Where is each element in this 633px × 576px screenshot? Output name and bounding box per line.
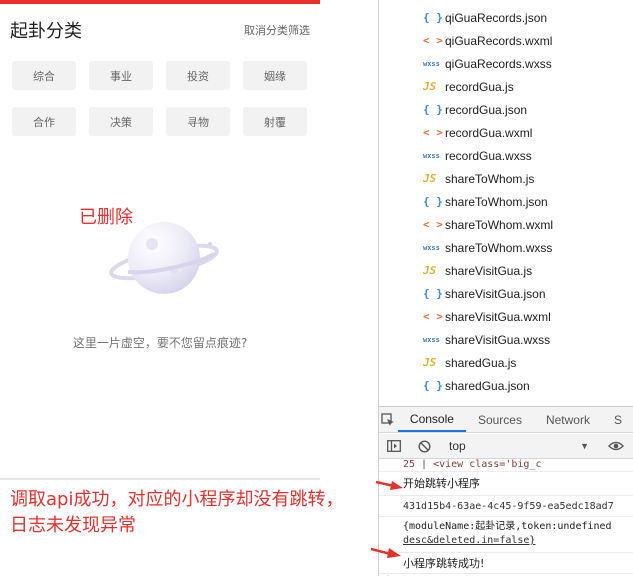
file-item[interactable]: wxss shareVisitGua.wxss: [379, 328, 633, 351]
category-chip-4[interactable]: 合作: [12, 107, 76, 136]
file-item[interactable]: { } recordGua.json: [379, 98, 633, 121]
file-name: qiGuaRecords.wxml: [445, 33, 553, 48]
json-file-icon: { }: [423, 379, 443, 392]
file-item[interactable]: { } sharedGua.json: [379, 374, 633, 397]
chevron-down-icon: ▼: [580, 441, 589, 451]
file-item[interactable]: JS recordGua.js: [379, 75, 633, 98]
file-name: qiGuaRecords.json: [445, 10, 548, 25]
js-file-icon: JS: [423, 172, 437, 185]
category-chip-6[interactable]: 寻物: [166, 107, 230, 136]
file-item[interactable]: wxss shareToWhom.wxss: [379, 236, 633, 259]
category-chip-3[interactable]: 姻缘: [243, 61, 307, 90]
devtools-tab-bar: Console Sources Network S: [379, 406, 633, 433]
file-name: shareToWhom.wxss: [445, 240, 553, 255]
wxml-file-icon: < >: [423, 218, 443, 231]
wxss-file-icon: wxss: [423, 243, 440, 252]
file-name: shareVisitGua.wxss: [445, 332, 551, 347]
category-grid: 综合 事业 投资 姻缘 合作 决策 寻物 射覆: [12, 61, 308, 136]
wxml-file-icon: < >: [423, 34, 443, 47]
file-item[interactable]: { } shareToWhom.json: [379, 190, 633, 213]
tab-network[interactable]: Network: [534, 407, 602, 432]
phone-top-bar: [0, 0, 320, 4]
wxss-file-icon: wxss: [423, 59, 440, 68]
console-output: 25 | <view class='big_c 开始跳转小程序 431d15b4…: [379, 459, 633, 576]
file-item[interactable]: { } qiGuaRecords.json: [379, 6, 633, 29]
annotation-arrow-2-icon: [370, 547, 401, 558]
category-chip-7[interactable]: 射覆: [243, 107, 307, 136]
devtools-panel: { } qiGuaRecords.json < > qiGuaRecords.wxml…: [378, 0, 633, 576]
file-name: qiGuaRecords.wxss: [445, 56, 552, 71]
file-item[interactable]: { } shareVisitGua.json: [379, 282, 633, 305]
json-file-icon: { }: [423, 103, 443, 116]
annotation-line-2: 日志未发现异常: [10, 515, 136, 536]
file-name: recordGua.wxss: [445, 148, 532, 163]
console-object-line-b: desc&deleted.in=false}: [403, 535, 536, 546]
console-object-line-a: {moduleName:起卦记录,token:undefined: [403, 521, 612, 532]
file-name: shareVisitGua.json: [445, 286, 546, 301]
tab-sources[interactable]: Sources: [466, 407, 534, 432]
console-line-id: 431d15b4-63ae-4c45-9f59-ea5edc18ad7: [379, 496, 633, 517]
category-chip-0[interactable]: 综合: [12, 61, 76, 90]
wxml-file-icon: < >: [423, 310, 443, 323]
eye-icon[interactable]: [601, 441, 631, 451]
context-value: top: [449, 439, 466, 453]
console-line-start-jump: 开始跳转小程序: [379, 472, 633, 496]
file-name: recordGua.wxml: [445, 125, 533, 140]
toggle-sidebar-icon[interactable]: [379, 440, 409, 452]
page-title: 起卦分类: [10, 21, 82, 42]
annotation-arrow-1-icon: [375, 480, 403, 490]
file-name: shareVisitGua.js: [445, 263, 533, 278]
file-name: sharedGua.json: [445, 378, 530, 393]
phone-preview: 起卦分类 取消分类筛选 综合 事业 投资 姻缘 合作 决策 寻物 射覆 已删除 …: [0, 0, 320, 480]
tab-console[interactable]: Console: [397, 407, 466, 432]
js-file-icon: JS: [423, 264, 437, 277]
json-file-icon: { }: [423, 11, 443, 24]
file-item[interactable]: < > shareToWhom.wxml: [379, 213, 633, 236]
js-file-icon: JS: [423, 356, 437, 369]
empty-state-text: 这里一片虚空，要不您留点痕迹?: [72, 336, 248, 350]
file-item[interactable]: JS shareVisitGua.js: [379, 259, 633, 282]
console-line-source: 25 | <view class='big_c: [379, 459, 633, 472]
clear-console-icon[interactable]: [409, 439, 439, 453]
console-line-object[interactable]: {moduleName:起卦记录,token:undefined desc&de…: [379, 517, 633, 553]
file-item[interactable]: JS shareToWhom.js: [379, 167, 633, 190]
annotation-line-1: 调取api成功，对应的小程序却没有跳转，: [10, 489, 344, 510]
file-item[interactable]: < > shareVisitGua.wxml: [379, 305, 633, 328]
annotation-text: 调取api成功，对应的小程序却没有跳转， 日志未发现异常: [10, 487, 392, 539]
wxss-file-icon: wxss: [423, 151, 440, 160]
inspect-element-icon[interactable]: [379, 407, 398, 432]
wxss-file-icon: wxss: [423, 335, 440, 344]
phone-bottom-edge: [0, 478, 320, 480]
file-name: shareToWhom.js: [445, 171, 535, 186]
file-item[interactable]: wxss recordGua.wxss: [379, 144, 633, 167]
file-name: recordGua.json: [445, 102, 528, 117]
console-toolbar: top ▼: [379, 434, 633, 459]
category-chip-1[interactable]: 事业: [89, 61, 153, 90]
console-line-jump-success: 小程序跳转成功!: [379, 553, 633, 574]
json-file-icon: { }: [423, 287, 443, 300]
js-file-icon: JS: [423, 80, 437, 93]
file-item[interactable]: wxss qiGuaRecords.wxss: [379, 52, 633, 75]
tab-more[interactable]: S: [602, 407, 633, 432]
file-item[interactable]: < > recordGua.wxml: [379, 121, 633, 144]
context-selector[interactable]: top ▼: [443, 436, 595, 456]
cancel-filter-button[interactable]: 取消分类筛选: [244, 22, 310, 38]
file-name: shareToWhom.json: [445, 194, 548, 209]
file-name: sharedGua.js: [445, 355, 517, 370]
file-item[interactable]: JS sharedGua.js: [379, 351, 633, 374]
wxml-file-icon: < >: [423, 126, 443, 139]
file-name: shareToWhom.wxml: [445, 217, 554, 232]
file-item[interactable]: < > qiGuaRecords.wxml: [379, 29, 633, 52]
file-name: shareVisitGua.wxml: [445, 309, 551, 324]
file-tree: { } qiGuaRecords.json < > qiGuaRecords.wxml…: [379, 6, 633, 397]
file-name: recordGua.js: [445, 79, 514, 94]
json-file-icon: { }: [423, 195, 443, 208]
empty-planet-illustration: [109, 222, 219, 294]
category-chip-2[interactable]: 投资: [166, 61, 230, 90]
category-chip-5[interactable]: 决策: [89, 107, 153, 136]
